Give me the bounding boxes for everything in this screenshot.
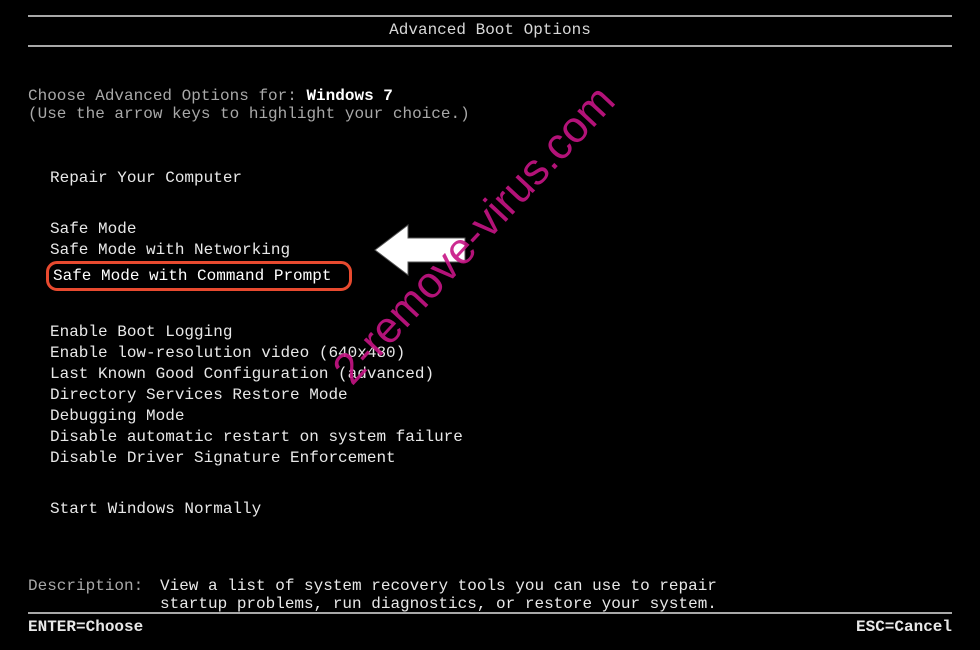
top-divider xyxy=(28,15,952,17)
menu-no-signature[interactable]: Disable Driver Signature Enforcement xyxy=(50,448,952,468)
instructions-block: Choose Advanced Options for: Windows 7 (… xyxy=(28,87,952,123)
menu-last-known[interactable]: Last Known Good Configuration (advanced) xyxy=(50,364,952,384)
description-line-2: startup problems, run diagnostics, or re… xyxy=(160,595,952,613)
description-label: Description: xyxy=(28,577,160,613)
description-line-1: View a list of system recovery tools you… xyxy=(160,577,952,595)
menu-safe-mode[interactable]: Safe Mode xyxy=(50,219,952,239)
boot-menu: Repair Your Computer Safe Mode Safe Mode… xyxy=(28,168,952,519)
menu-boot-logging[interactable]: Enable Boot Logging xyxy=(50,322,952,342)
description-text: View a list of system recovery tools you… xyxy=(160,577,952,613)
menu-safe-mode-cmd-highlight: Safe Mode with Command Prompt xyxy=(50,261,952,292)
menu-low-res[interactable]: Enable low-resolution video (640x480) xyxy=(50,343,952,363)
menu-dir-services[interactable]: Directory Services Restore Mode xyxy=(50,385,952,405)
menu-start-normally[interactable]: Start Windows Normally xyxy=(50,499,952,519)
footer-enter: ENTER=Choose xyxy=(28,618,143,636)
footer-bar: ENTER=Choose ESC=Cancel xyxy=(28,612,952,636)
instruction-line-1: Choose Advanced Options for: Windows 7 xyxy=(28,87,952,105)
menu-safe-mode-cmd[interactable]: Safe Mode with Command Prompt xyxy=(46,261,352,291)
page-title: Advanced Boot Options xyxy=(28,21,952,39)
instruction-prefix: Choose Advanced Options for: xyxy=(28,87,306,105)
footer-divider xyxy=(28,612,952,614)
menu-no-restart[interactable]: Disable automatic restart on system fail… xyxy=(50,427,952,447)
menu-safe-mode-networking[interactable]: Safe Mode with Networking xyxy=(50,240,952,260)
menu-repair-computer[interactable]: Repair Your Computer xyxy=(50,168,952,188)
instruction-line-2: (Use the arrow keys to highlight your ch… xyxy=(28,105,952,123)
description-block: Description: View a list of system recov… xyxy=(28,577,952,613)
title-underline xyxy=(28,45,952,47)
menu-debugging[interactable]: Debugging Mode xyxy=(50,406,952,426)
footer-esc: ESC=Cancel xyxy=(856,618,952,636)
os-name: Windows 7 xyxy=(306,87,392,105)
